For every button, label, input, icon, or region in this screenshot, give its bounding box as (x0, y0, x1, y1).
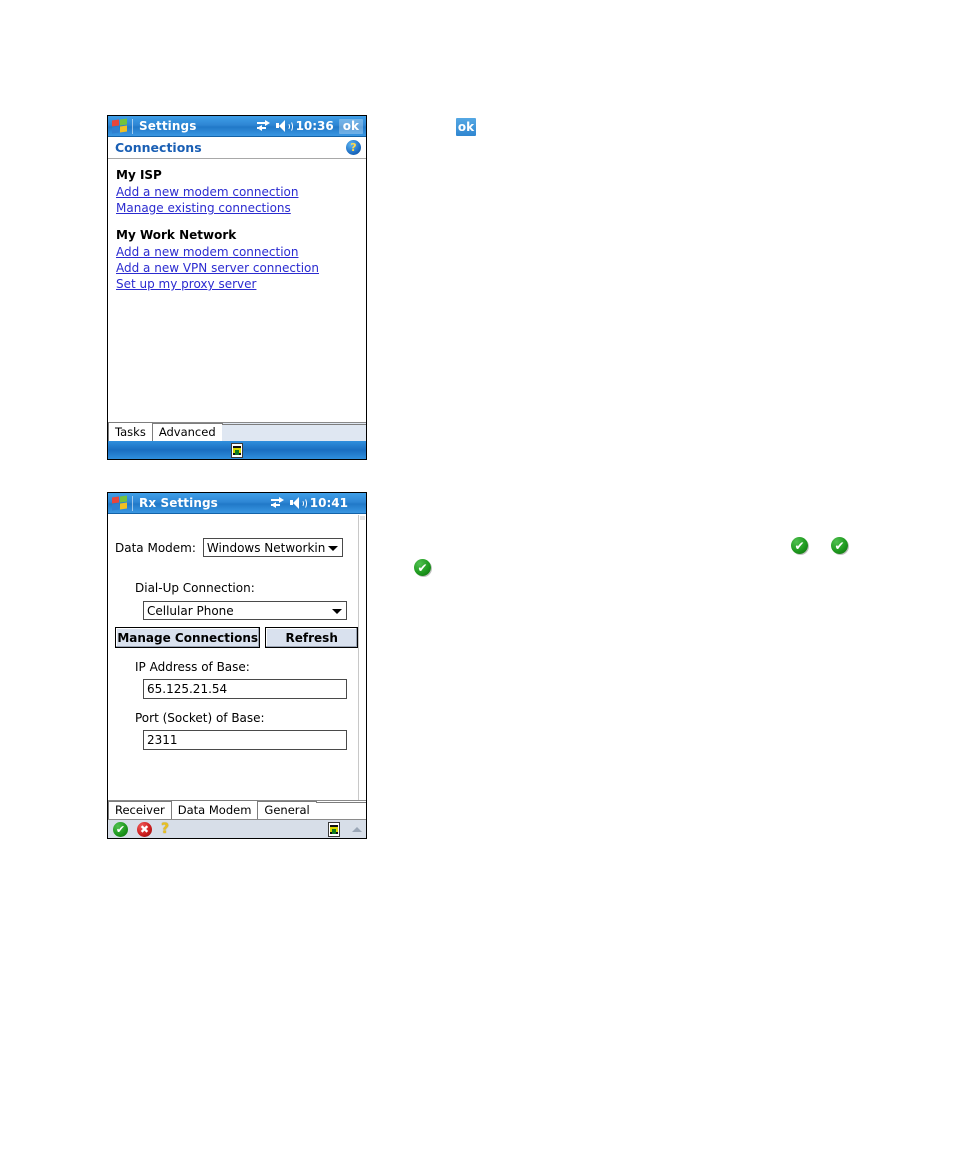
device2-tabstrip: Receiver Data Modem General (108, 800, 366, 819)
manage-connections-button[interactable]: Manage Connections (115, 627, 261, 648)
windows-flag-icon (111, 495, 128, 511)
connection-buttons-row: Manage Connections Refresh (108, 627, 358, 648)
device2-titlebar: Rx Settings 10:41 (108, 493, 366, 514)
tab-general[interactable]: General (257, 801, 317, 819)
link-set-up-my-proxy-server[interactable]: Set up my proxy server (116, 276, 256, 292)
port-socket-label: Port (Socket) of Base: (135, 711, 265, 725)
rx-settings-form-inner: Data Modem: Windows Networking Dial-Up C… (108, 515, 358, 800)
chevron-up-icon[interactable] (352, 826, 362, 832)
device2-status-tray: 10:41 (270, 496, 366, 510)
connections-list-body: My ISP Add a new modem connection Manage… (108, 160, 366, 422)
port-label-row: Port (Socket) of Base: (108, 707, 358, 726)
callout-check-icon-2[interactable]: ✔ (791, 537, 808, 554)
connectivity-icon[interactable] (270, 497, 285, 509)
speaker-icon[interactable] (275, 120, 293, 132)
data-modem-select[interactable]: Windows Networking (202, 538, 343, 557)
dialup-select-row: Cellular Phone (108, 601, 358, 620)
device1-titlebar: Settings 10:36 ok (108, 116, 366, 137)
data-modem-label: Data Modem: (115, 540, 196, 555)
callout-ok-button-icon[interactable]: ok (456, 118, 476, 136)
chevron-down-icon (332, 608, 342, 614)
refresh-button[interactable]: Refresh (265, 627, 358, 648)
device1-page-header: Connections ? (108, 137, 366, 159)
tabstrip-filler (315, 802, 366, 819)
connectivity-icon[interactable] (256, 120, 271, 132)
tab-tasks[interactable]: Tasks (108, 422, 153, 441)
port-socket-input[interactable]: 2311 (143, 730, 347, 750)
device1-ok-button[interactable]: ok (338, 118, 363, 134)
dialup-label-row: Dial-Up Connection: (108, 577, 358, 596)
rx-settings-form-body: Data Modem: Windows Networking Dial-Up C… (108, 515, 366, 800)
tab-advanced[interactable]: Advanced (151, 423, 223, 441)
ip-address-label: IP Address of Base: (135, 660, 250, 674)
chevron-down-icon (327, 545, 338, 551)
titlebar-divider (132, 118, 133, 134)
rx-settings-device-frame: Rx Settings 10:41 Data Modem: Windows Ne… (107, 492, 367, 839)
dialup-connection-value: Cellular Phone (147, 603, 234, 618)
link-manage-existing-connections[interactable]: Manage existing connections (116, 200, 291, 216)
device1-softkey-bar (108, 441, 366, 459)
help-icon[interactable]: ? (346, 140, 361, 155)
port-input-row: 2311 (108, 730, 358, 750)
ip-label-row: IP Address of Base: (108, 656, 358, 675)
data-modem-row: Data Modem: Windows Networking (108, 538, 358, 557)
device1-status-tray: 10:36 ok (256, 118, 366, 134)
page-title: Connections (115, 140, 202, 155)
link-add-new-modem-connection-work[interactable]: Add a new modem connection (116, 244, 298, 260)
data-modem-value: Windows Networking (206, 540, 325, 555)
callout-check-icon-1[interactable]: ✔ (414, 559, 431, 576)
vertical-scrollbar[interactable] (358, 515, 366, 800)
speaker-icon[interactable] (289, 497, 307, 509)
group-title-my-work-network: My Work Network (116, 228, 237, 242)
link-add-new-vpn-server-connection[interactable]: Add a new VPN server connection (116, 260, 319, 276)
dialup-connection-select[interactable]: Cellular Phone (143, 601, 347, 620)
keyboard-input-panel-icon[interactable] (328, 821, 340, 837)
tab-receiver[interactable]: Receiver (108, 801, 172, 819)
tabstrip-filler (221, 424, 366, 441)
device2-clock[interactable]: 10:41 (310, 496, 348, 510)
group-title-my-isp: My ISP (116, 168, 162, 182)
tab-data-modem[interactable]: Data Modem (170, 800, 259, 819)
help-question-icon[interactable]: ? (161, 822, 169, 836)
scrollbar-thumb[interactable] (360, 516, 365, 520)
callout-check-icon-3[interactable]: ✔ (831, 537, 848, 554)
link-add-new-modem-connection-isp[interactable]: Add a new modem connection (116, 184, 298, 200)
device1-app-title: Settings (139, 119, 197, 133)
confirm-ok-icon[interactable]: ✔ (113, 821, 128, 837)
device1-clock[interactable]: 10:36 (296, 119, 334, 133)
connections-settings-device-frame: Settings 10:36 ok Connections ? My ISP A… (107, 115, 367, 460)
device1-tabstrip: Tasks Advanced (108, 422, 366, 441)
ip-input-row: 65.125.21.54 (108, 679, 358, 699)
cancel-close-icon[interactable]: ✖ (137, 821, 152, 837)
windows-flag-icon (111, 118, 128, 134)
dialup-connection-label: Dial-Up Connection: (135, 581, 255, 595)
device2-softkey-bar: ✔ ✖ ? (108, 819, 366, 838)
device2-app-title: Rx Settings (139, 496, 218, 510)
keyboard-input-panel-icon[interactable] (231, 442, 243, 458)
ip-address-input[interactable]: 65.125.21.54 (143, 679, 347, 699)
titlebar-divider (132, 495, 133, 511)
